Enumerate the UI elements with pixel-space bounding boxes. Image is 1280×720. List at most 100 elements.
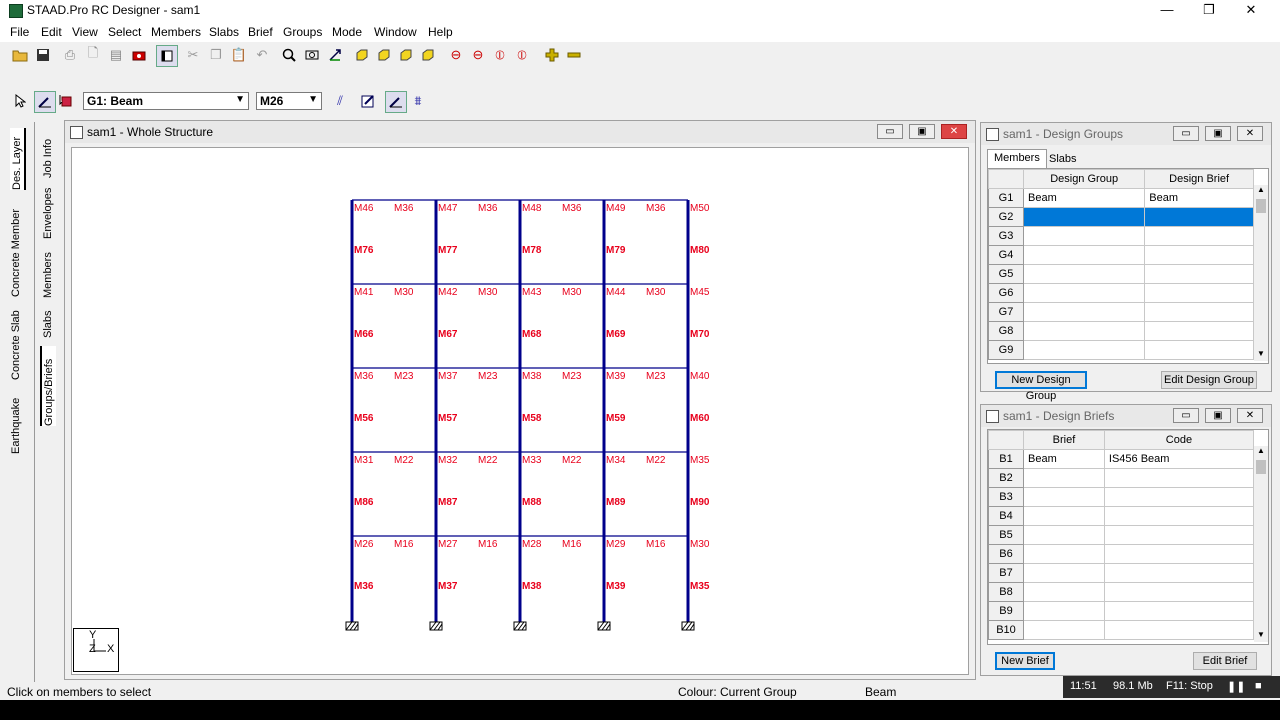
member-label[interactable]: M50 bbox=[690, 203, 710, 214]
column-label[interactable]: M79 bbox=[606, 245, 626, 256]
pointer-icon[interactable] bbox=[10, 91, 30, 111]
hatch-icon[interactable]: ⫽ bbox=[330, 91, 350, 111]
design-brief-row[interactable]: B10 bbox=[988, 620, 1255, 640]
design-group-cell[interactable] bbox=[1144, 245, 1254, 265]
menu-file[interactable]: File bbox=[10, 25, 29, 39]
design-brief-row[interactable]: B6 bbox=[988, 544, 1255, 564]
save-icon[interactable] bbox=[33, 45, 53, 65]
view-front-icon[interactable] bbox=[374, 45, 394, 65]
design-group-row[interactable]: G5 bbox=[988, 264, 1254, 284]
column-label[interactable]: M59 bbox=[606, 413, 626, 424]
menu-select[interactable]: Select bbox=[108, 25, 141, 39]
design-brief-cell[interactable] bbox=[1103, 487, 1255, 507]
design-brief-cell[interactable] bbox=[1103, 525, 1255, 545]
zoom-in-icon[interactable] bbox=[279, 45, 299, 65]
restore-button[interactable]: ❐ bbox=[1188, 0, 1230, 20]
member-label[interactable]: M40 bbox=[690, 371, 710, 382]
design-brief-cell[interactable] bbox=[1103, 544, 1255, 564]
beam-label[interactable]: M16 bbox=[394, 539, 414, 550]
select-beams-icon[interactable] bbox=[34, 91, 56, 113]
design-group-cell[interactable] bbox=[1144, 283, 1254, 303]
groups-close-button[interactable]: ✕ bbox=[1237, 126, 1263, 141]
member-label[interactable]: M37 bbox=[438, 371, 458, 382]
design-group-cell[interactable] bbox=[1022, 283, 1146, 303]
design-brief-row-header[interactable]: B8 bbox=[988, 582, 1024, 602]
briefs-minimize-button[interactable]: ▭ bbox=[1173, 408, 1199, 423]
copy-icon[interactable]: ❐ bbox=[206, 45, 226, 65]
menu-brief[interactable]: Brief bbox=[248, 25, 273, 39]
column-label[interactable]: M35 bbox=[690, 581, 710, 592]
design-group-cell[interactable] bbox=[1022, 321, 1146, 341]
menu-window[interactable]: Window bbox=[374, 25, 417, 39]
design-brief-row[interactable]: B1 Beam IS456 Beam bbox=[988, 449, 1255, 469]
print-preview-icon[interactable]: 🗋 bbox=[83, 45, 103, 65]
menu-mode[interactable]: Mode bbox=[332, 25, 362, 39]
member-label[interactable]: M38 bbox=[522, 371, 542, 382]
design-group-cell[interactable] bbox=[1022, 264, 1146, 284]
menu-members[interactable]: Members bbox=[151, 25, 201, 39]
design-brief-row-header[interactable]: B6 bbox=[988, 544, 1024, 564]
frame-diagram[interactable]: M46 M36 M76 M47 M36 M77 M48 M36 M78 M49 M36 M79 M50 M… bbox=[72, 148, 968, 674]
column-label[interactable]: M67 bbox=[438, 329, 458, 340]
tab-envelopes[interactable]: Envelopes bbox=[42, 187, 54, 239]
column-label[interactable]: M66 bbox=[354, 329, 374, 340]
cut-icon[interactable]: ✂ bbox=[183, 45, 203, 65]
design-brief-row-header[interactable]: B4 bbox=[988, 506, 1024, 526]
design-brief-cell[interactable]: Beam bbox=[1023, 449, 1105, 469]
design-group-row-header[interactable]: G2 bbox=[988, 207, 1024, 227]
design-brief-row[interactable]: B3 bbox=[988, 487, 1255, 507]
design-group-row[interactable]: G4 bbox=[988, 245, 1254, 265]
column-label[interactable]: M60 bbox=[690, 413, 710, 424]
design-brief-cell[interactable] bbox=[1023, 563, 1105, 583]
design-group-row-header[interactable]: G3 bbox=[988, 226, 1024, 246]
rotate-left-icon[interactable]: ⊖ bbox=[446, 45, 466, 65]
structure-maximize-button[interactable]: ▣ bbox=[909, 124, 935, 139]
beam-label[interactable]: M23 bbox=[478, 371, 498, 382]
open-icon[interactable] bbox=[10, 45, 30, 65]
remove-icon[interactable] bbox=[564, 45, 584, 65]
tab-des-layer[interactable]: Des. Layer bbox=[10, 128, 26, 190]
design-group-cell[interactable]: Beam bbox=[1022, 188, 1146, 208]
member-label[interactable]: M32 bbox=[438, 455, 458, 466]
member-combo[interactable]: M26 ▼ bbox=[256, 92, 322, 110]
zoom-window-icon[interactable] bbox=[302, 45, 322, 65]
beam-label[interactable]: M30 bbox=[478, 287, 498, 298]
select-slab-icon[interactable] bbox=[56, 91, 76, 111]
design-brief-cell[interactable] bbox=[1023, 487, 1105, 507]
design-group-row-header[interactable]: G7 bbox=[988, 302, 1024, 322]
tab-job-info[interactable]: Job Info bbox=[42, 130, 54, 178]
column-label[interactable]: M88 bbox=[522, 497, 542, 508]
scroll-down-icon[interactable]: ▼ bbox=[1257, 630, 1265, 639]
design-brief-cell[interactable] bbox=[1103, 620, 1255, 640]
member-label[interactable]: M48 bbox=[522, 203, 542, 214]
design-brief-cell[interactable] bbox=[1023, 544, 1105, 564]
beam-label[interactable]: M22 bbox=[394, 455, 414, 466]
member-label[interactable]: M27 bbox=[438, 539, 458, 550]
design-brief-row[interactable]: B9 bbox=[988, 601, 1255, 621]
beam-label[interactable]: M23 bbox=[562, 371, 582, 382]
rotate-right-icon[interactable]: ⊖ bbox=[468, 45, 488, 65]
reinforcement-icon[interactable]: ⩩ bbox=[408, 91, 428, 111]
design-brief-row-header[interactable]: B3 bbox=[988, 487, 1024, 507]
member-label[interactable]: M29 bbox=[606, 539, 626, 550]
tab-members[interactable]: Members bbox=[42, 250, 54, 298]
design-brief-row-header[interactable]: B5 bbox=[988, 525, 1024, 545]
member-label[interactable]: M42 bbox=[438, 287, 458, 298]
beam-label[interactable]: M30 bbox=[646, 287, 666, 298]
member-label[interactable]: M31 bbox=[354, 455, 374, 466]
rotate-up-icon[interactable]: ⦶ bbox=[490, 45, 510, 65]
view-side-icon[interactable] bbox=[396, 45, 416, 65]
design-group-row-header[interactable]: G9 bbox=[988, 340, 1024, 360]
column-label[interactable]: M56 bbox=[354, 413, 374, 424]
member-label[interactable]: M44 bbox=[606, 287, 626, 298]
column-label[interactable]: M57 bbox=[438, 413, 458, 424]
design-group-cell[interactable] bbox=[1144, 226, 1254, 246]
design-group-row[interactable]: G7 bbox=[988, 302, 1254, 322]
member-label[interactable]: M35 bbox=[690, 455, 710, 466]
tab-concrete-member[interactable]: Concrete Member bbox=[10, 205, 22, 297]
tab-members[interactable]: Members bbox=[987, 149, 1047, 168]
member-label[interactable]: M26 bbox=[354, 539, 374, 550]
design-group-cell[interactable] bbox=[1144, 302, 1254, 322]
groups-minimize-button[interactable]: ▭ bbox=[1173, 126, 1199, 141]
menu-view[interactable]: View bbox=[72, 25, 98, 39]
